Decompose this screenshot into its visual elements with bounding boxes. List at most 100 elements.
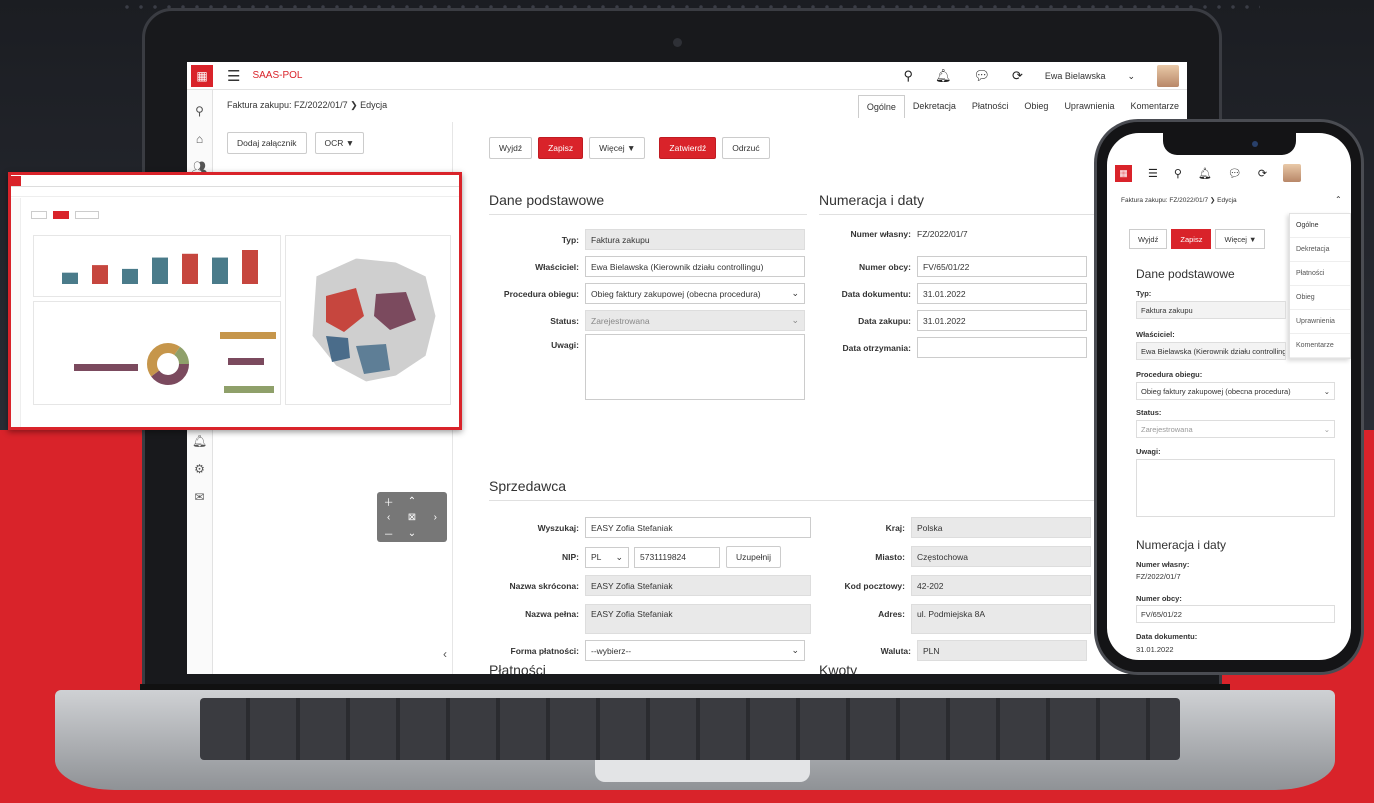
phone-tab-decree[interactable]: Dekretacja: [1290, 238, 1350, 262]
avatar[interactable]: [1157, 65, 1179, 87]
preview-donut-chart: [74, 332, 276, 393]
payment-form-select[interactable]: --wybierz--: [585, 640, 805, 661]
tab-payments[interactable]: Płatności: [964, 95, 1017, 118]
phone-save-button[interactable]: Zapisz: [1171, 229, 1212, 249]
bell-icon[interactable]: 🔔︎: [1198, 167, 1212, 180]
purchase-date-field[interactable]: 31.01.2022: [917, 310, 1087, 331]
phone-tab-general[interactable]: Ogólne: [1290, 214, 1350, 238]
reset-icon[interactable]: ⊠: [408, 512, 416, 523]
home-icon[interactable]: ⌂: [187, 132, 212, 146]
gears-icon[interactable]: ⚙: [187, 462, 212, 476]
more-button[interactable]: Więcej ▼: [589, 137, 646, 159]
more-label: Więcej: [599, 143, 625, 153]
phone-owner-field[interactable]: Ewa Bielawska (Kierownik działu controll…: [1136, 342, 1286, 360]
tab-workflow[interactable]: Obieg: [1016, 95, 1056, 118]
preview-save-button: [53, 211, 69, 219]
chat-icon[interactable]: 💬︎: [1228, 167, 1242, 180]
tab-decree[interactable]: Dekretacja: [905, 95, 964, 118]
foreign-number-field[interactable]: FV/65/01/22: [917, 256, 1087, 277]
breadcrumb-doc[interactable]: Faktura zakupu: FZ/2022/01/7: [227, 100, 348, 110]
preview-left-nav: [11, 198, 21, 427]
phone-procedure-select[interactable]: Obieg faktury zakupowej (obecna procedur…: [1136, 382, 1335, 400]
doc-date-field[interactable]: 31.01.2022: [917, 283, 1087, 304]
phone-foreign-number-field[interactable]: FV/65/01/22: [1136, 605, 1335, 623]
fill-button[interactable]: Uzupełnij: [726, 546, 781, 568]
tab-comments[interactable]: Komentarze: [1122, 95, 1187, 118]
owner-field[interactable]: Ewa Bielawska (Kierownik działu controll…: [585, 256, 805, 277]
type-field: Faktura zakupu: [585, 229, 805, 250]
doc-date-label: Data dokumentu:: [841, 288, 911, 299]
seller-search-label: Wyszukaj:: [537, 522, 579, 533]
save-button[interactable]: Zapisz: [538, 137, 584, 159]
reject-button[interactable]: Odrzuć: [722, 137, 770, 159]
notes-textarea[interactable]: [585, 334, 805, 400]
apps-grid-icon[interactable]: ▦: [191, 64, 213, 87]
section-amounts-title: Kwoty: [819, 662, 1119, 674]
section-numbering-title: Numeracja i daty: [819, 192, 1119, 215]
phone-exit-button[interactable]: Wyjdź: [1129, 229, 1168, 249]
search-icon[interactable]: ⚲: [1174, 167, 1182, 180]
phone-tab-workflow[interactable]: Obieg: [1290, 286, 1350, 310]
phone-tab-payments[interactable]: Płatności: [1290, 262, 1350, 286]
preview-bar: [122, 268, 138, 284]
zoom-in-icon[interactable]: ＋: [384, 494, 394, 509]
avatar[interactable]: [1283, 164, 1302, 182]
phone-status-select[interactable]: Zarejestrowana: [1136, 420, 1335, 438]
donut-label-box-2: [220, 332, 276, 339]
refresh-icon[interactable]: ⟳: [1012, 68, 1023, 84]
phone-top-bar: ▦ ☰ ⚲ 🔔︎ 💬︎ ⟳: [1107, 159, 1351, 187]
status-select[interactable]: Zarejestrowana: [585, 310, 805, 331]
zoom-out-icon[interactable]: －: [384, 526, 394, 541]
city-field: Częstochowa: [911, 546, 1091, 567]
phone-notes-textarea[interactable]: [1136, 459, 1335, 517]
breadcrumb: Faktura zakupu: FZ/2022/01/7 ❯ Edycja: [227, 100, 387, 111]
seller-search-field[interactable]: EASY Zofia Stefaniak: [585, 517, 811, 538]
ocr-button[interactable]: OCR ▼: [314, 132, 365, 154]
tab-permissions[interactable]: Uprawnienia: [1056, 95, 1122, 118]
chat-icon[interactable]: 💬︎: [974, 68, 991, 84]
apps-grid-icon[interactable]: ▦: [1115, 164, 1132, 182]
nip-country-select[interactable]: PL: [585, 546, 629, 568]
phone-type-label: Typ:: [1136, 289, 1152, 298]
add-attachment-button[interactable]: Dodaj załącznik: [227, 132, 307, 154]
arrow-left-icon[interactable]: ‹: [387, 512, 390, 523]
mail-icon[interactable]: ✉: [187, 490, 212, 504]
chevron-down-icon[interactable]: ⌄: [1127, 71, 1135, 82]
search-icon[interactable]: ⚲: [903, 68, 913, 84]
tab-bar: Ogólne Dekretacja Płatności Obieg Uprawn…: [857, 95, 1187, 118]
received-date-field[interactable]: [917, 337, 1087, 358]
arrow-down-icon[interactable]: ⌄: [408, 528, 416, 539]
phone-breadcrumb: Faktura zakupu: FZ/2022/01/7 ❯ Edycja: [1121, 197, 1237, 204]
arrow-right-icon[interactable]: ›: [434, 512, 437, 523]
arrow-up-icon[interactable]: ⌃: [408, 496, 416, 507]
user-name[interactable]: Ewa Bielawska: [1045, 71, 1106, 81]
tab-general[interactable]: Ogólne: [857, 95, 905, 118]
nip-field[interactable]: 5731119824: [634, 546, 720, 568]
phone-more-button[interactable]: Więcej ▼: [1215, 229, 1266, 249]
exit-button[interactable]: Wyjdź: [489, 137, 533, 159]
hamburger-menu-icon[interactable]: ☰: [1148, 167, 1158, 180]
short-name-field: EASY Zofia Stefaniak: [585, 575, 811, 596]
phone-notch: [1163, 133, 1296, 155]
bell-icon[interactable]: 🔔︎: [935, 68, 952, 84]
preview-top-bar: [11, 175, 459, 187]
received-date-label: Data otrzymania:: [842, 342, 912, 353]
procedure-select[interactable]: Obieg faktury zakupowej (obecna procedur…: [585, 283, 805, 304]
search-icon[interactable]: ⚲: [187, 104, 212, 118]
laptop-camera: [673, 38, 682, 47]
collapse-panel-icon[interactable]: ‹: [443, 647, 447, 661]
phone-doc-date-label: Data dokumentu:: [1136, 632, 1198, 641]
bell-icon[interactable]: 🔔︎: [187, 434, 212, 448]
chevron-up-icon[interactable]: ⌃: [1335, 195, 1342, 204]
phone-tab-permissions[interactable]: Uprawnienia: [1290, 310, 1350, 334]
approve-button[interactable]: Zatwierdź: [659, 137, 717, 159]
short-name-label: Nazwa skrócona:: [509, 580, 579, 591]
address-label: Adres:: [878, 609, 905, 619]
ocr-label: OCR: [324, 138, 344, 148]
zoom-pan-control[interactable]: ＋ ⌃ ‹ ⊠ › － ⌄: [377, 492, 447, 542]
phone-owner-label: Właściciel:: [1136, 330, 1175, 339]
notes-label: Uwagi:: [551, 340, 579, 350]
refresh-icon[interactable]: ⟳: [1258, 167, 1267, 180]
hamburger-menu-icon[interactable]: ☰: [227, 67, 240, 85]
phone-tab-comments[interactable]: Komentarze: [1290, 334, 1350, 358]
